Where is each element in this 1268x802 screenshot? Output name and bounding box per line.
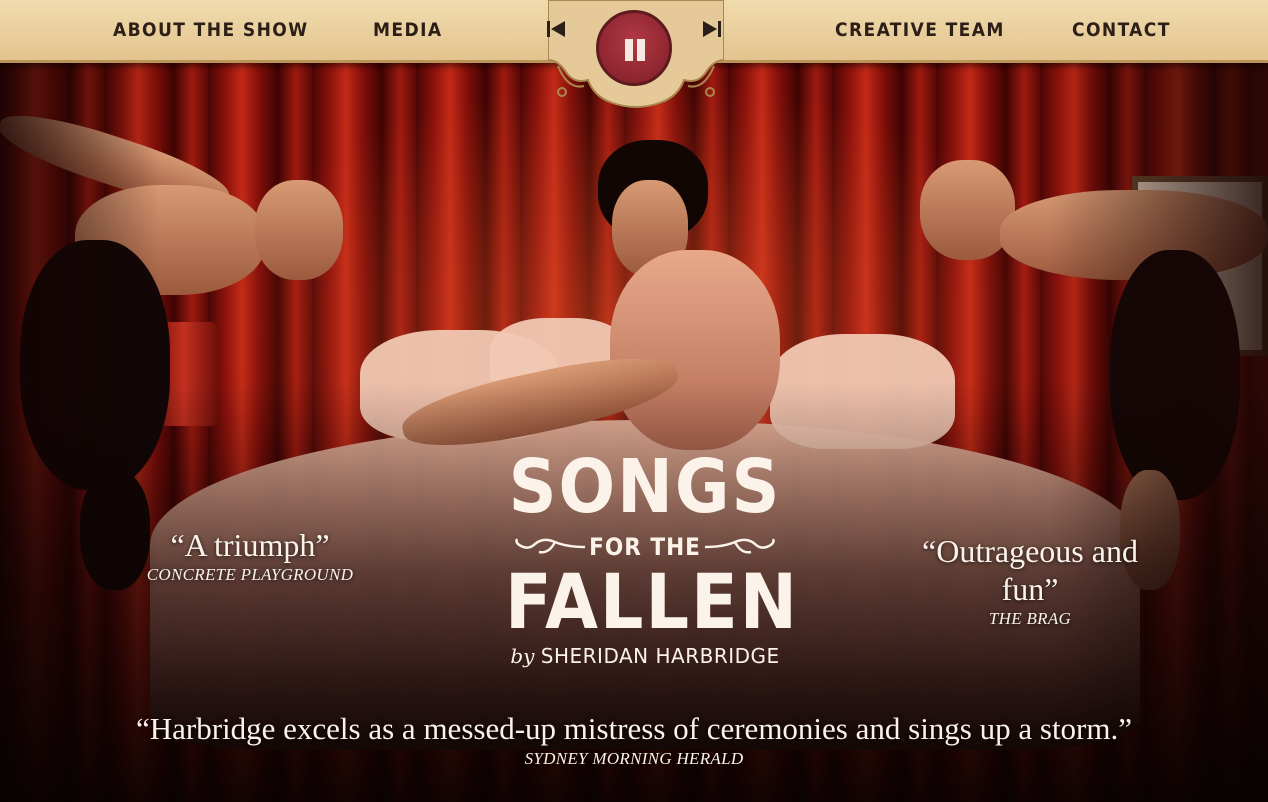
quote-source: CONCRETE PLAYGROUND [146, 565, 354, 584]
quote-source: THE BRAG [988, 609, 1072, 628]
skip-previous-icon[interactable] [545, 18, 567, 40]
nav-contact[interactable]: CONTACT [1072, 17, 1171, 43]
logo-author: SHERIDAN HARBRIDGE [540, 644, 780, 668]
quote-text: “Harbridge excels as a messed-up mistres… [135, 711, 1132, 746]
logo-line-fallen: FALLEN [505, 557, 799, 646]
quote-text: “Outrageous and fun” [922, 533, 1138, 607]
logo-byline: by SHERIDAN HARBRIDGE [505, 644, 785, 668]
quote-text: “A triumph” [170, 527, 330, 563]
logo-by-word: by [510, 644, 535, 668]
review-quote-featured: “Harbridge excels as a messed-up mistres… [84, 710, 1184, 770]
review-quote: “A triumph” CONCRETE PLAYGROUND [120, 526, 380, 586]
review-quote: “Outrageous and fun” THE BRAG [910, 532, 1150, 630]
nav-about-the-show[interactable]: ABOUT THE SHOW [113, 17, 308, 43]
skip-next-icon[interactable] [701, 18, 723, 40]
nav-media[interactable]: MEDIA [373, 17, 442, 43]
quote-source: SYDNEY MORNING HERALD [524, 749, 744, 768]
logo-line-songs: SONGS [508, 444, 782, 530]
hero-stage-photo [0, 0, 1268, 802]
pause-button[interactable] [596, 10, 672, 86]
show-title-logo: SONGS FOR THE FALLEN by SHERIDAN HARBRID… [505, 444, 799, 670]
nav-creative-team[interactable]: CREATIVE TEAM [835, 17, 1005, 43]
